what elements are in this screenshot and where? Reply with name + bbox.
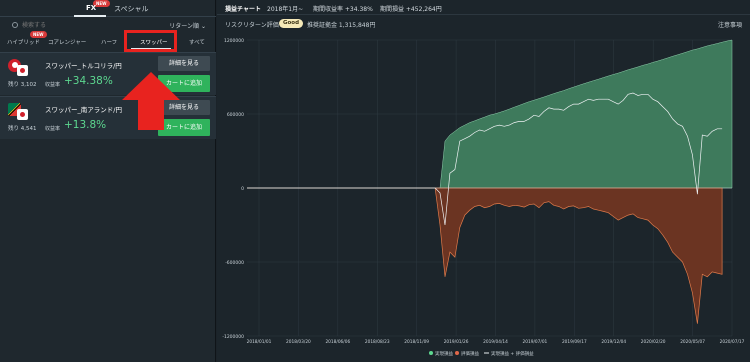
strategy-name: スワッパー_トルコリラ/円 — [45, 62, 122, 70]
remaining-count: 残り 3,102 — [8, 82, 37, 88]
rating-badge: Good — [279, 19, 304, 28]
x-tick-label: 2019/01/26 — [444, 339, 469, 345]
detail-button[interactable]: 詳細を見る — [158, 56, 210, 71]
x-tick-label: 2018/08/23 — [365, 339, 390, 345]
japan-flag-icon — [17, 109, 28, 120]
return-value: +34.38% — [64, 75, 113, 87]
legend-label: 実現損益 — [435, 350, 453, 357]
period-return: 期間収益率 +34.38% — [313, 6, 373, 13]
x-tick-label: 2020/07/17 — [720, 339, 745, 345]
sort-label: リターン順 — [169, 23, 199, 30]
tab-fx-underline — [74, 15, 106, 17]
return-value: +13.8% — [64, 119, 107, 131]
x-tick-label: 2019/12/04 — [601, 339, 626, 345]
sort-select[interactable]: リターン順 ⌄ — [169, 21, 206, 30]
strategy-name: スワッパー_南アランド/円 — [45, 106, 122, 114]
legend-label: 評価損益 — [461, 350, 479, 357]
tab-all[interactable]: すべて — [189, 38, 205, 46]
required-margin: 推奨証拠金 1,315,848円 — [307, 22, 376, 29]
return-label: 収益率 — [45, 126, 61, 132]
x-tick-label: 2018/01/01 — [247, 339, 272, 345]
legend-label: 実現損益 + 評価損益 — [491, 350, 534, 357]
x-tick-label: 2019/04/14 — [483, 339, 508, 345]
x-tick-label: 2020/05/07 — [680, 339, 705, 345]
tab-core-ranger[interactable]: コアレンジャー — [48, 38, 86, 46]
japan-flag-icon — [17, 65, 28, 76]
return-label: 収益率 — [45, 82, 61, 88]
period-select[interactable]: 2018年1月~ — [267, 4, 303, 13]
x-tick-label: 2019/09/17 — [562, 339, 587, 345]
search-input[interactable] — [22, 20, 102, 31]
tab-special[interactable]: スペシャル — [114, 4, 149, 14]
y-tick-label: 1200000 — [224, 38, 244, 44]
search-icon — [12, 22, 18, 28]
chart-header: 損益チャート 2018年1月~ 期間収益率 +34.38% 期間損益 +452,… — [217, 0, 750, 15]
x-tick-label: 2018/06/06 — [325, 339, 350, 345]
period-pl: 期間損益 +452,264円 — [380, 6, 442, 13]
unrealized-area — [247, 187, 723, 324]
chart-subheader: リスクリターン評価 Good 推奨証拠金 1,315,848円 注意事項 — [217, 16, 750, 31]
tab-fx[interactable]: FX — [86, 4, 96, 12]
strategy-item[interactable]: スワッパー_南アランド/円 残り 4,541 収益率 +13.8% 詳細を見る … — [0, 96, 216, 139]
notes-link[interactable]: 注意事項 — [718, 20, 742, 29]
y-tick-label: -1200000 — [222, 334, 244, 340]
market-tabs: NEW FX スペシャル — [0, 0, 216, 17]
tab-hybrid[interactable]: ハイブリッド — [7, 38, 40, 46]
y-tick-label: 0 — [241, 186, 244, 192]
y-tick-label: -600000 — [225, 260, 244, 266]
highlight-annotation — [124, 30, 177, 52]
strategy-sidebar: NEW FX スペシャル リターン順⌄ NEW ハイブリッド コアレンジャー ハ… — [0, 0, 216, 362]
strategy-item[interactable]: スワッパー_トルコリラ/円 残り 3,102 収益率 +34.38% 詳細を見る… — [0, 52, 216, 95]
remaining-count: 残り 4,541 — [8, 126, 37, 132]
category-tabs: NEW ハイブリッド コアレンジャー ハーフ スワッパー すべて — [0, 31, 216, 50]
chevron-down-icon: ⌄ — [200, 23, 206, 30]
up-arrow-annotation-icon — [122, 72, 180, 130]
risk-return-label: リスクリターン評価 — [225, 22, 279, 29]
chart-panel: 損益チャート 2018年1月~ 期間収益率 +34.38% 期間損益 +452,… — [217, 0, 750, 362]
x-tick-label: 2020/02/20 — [641, 339, 666, 345]
x-tick-label: 2018/11/09 — [404, 339, 429, 345]
app-root: NEW FX スペシャル リターン順⌄ NEW ハイブリッド コアレンジャー ハ… — [0, 0, 750, 362]
x-tick-label: 2019/07/01 — [523, 339, 548, 345]
chart-title: 損益チャート — [225, 6, 261, 13]
y-tick-label: 600000 — [227, 112, 244, 118]
legend-marker — [429, 351, 433, 355]
legend-marker — [455, 351, 459, 355]
profit-loss-chart: 1200000 600000 0 -600000 -12000002018/01/01 2… — [222, 38, 745, 357]
x-tick-label: 2018/03/20 — [286, 339, 311, 345]
new-badge-hybrid: NEW — [30, 31, 47, 38]
tab-half[interactable]: ハーフ — [101, 38, 117, 46]
